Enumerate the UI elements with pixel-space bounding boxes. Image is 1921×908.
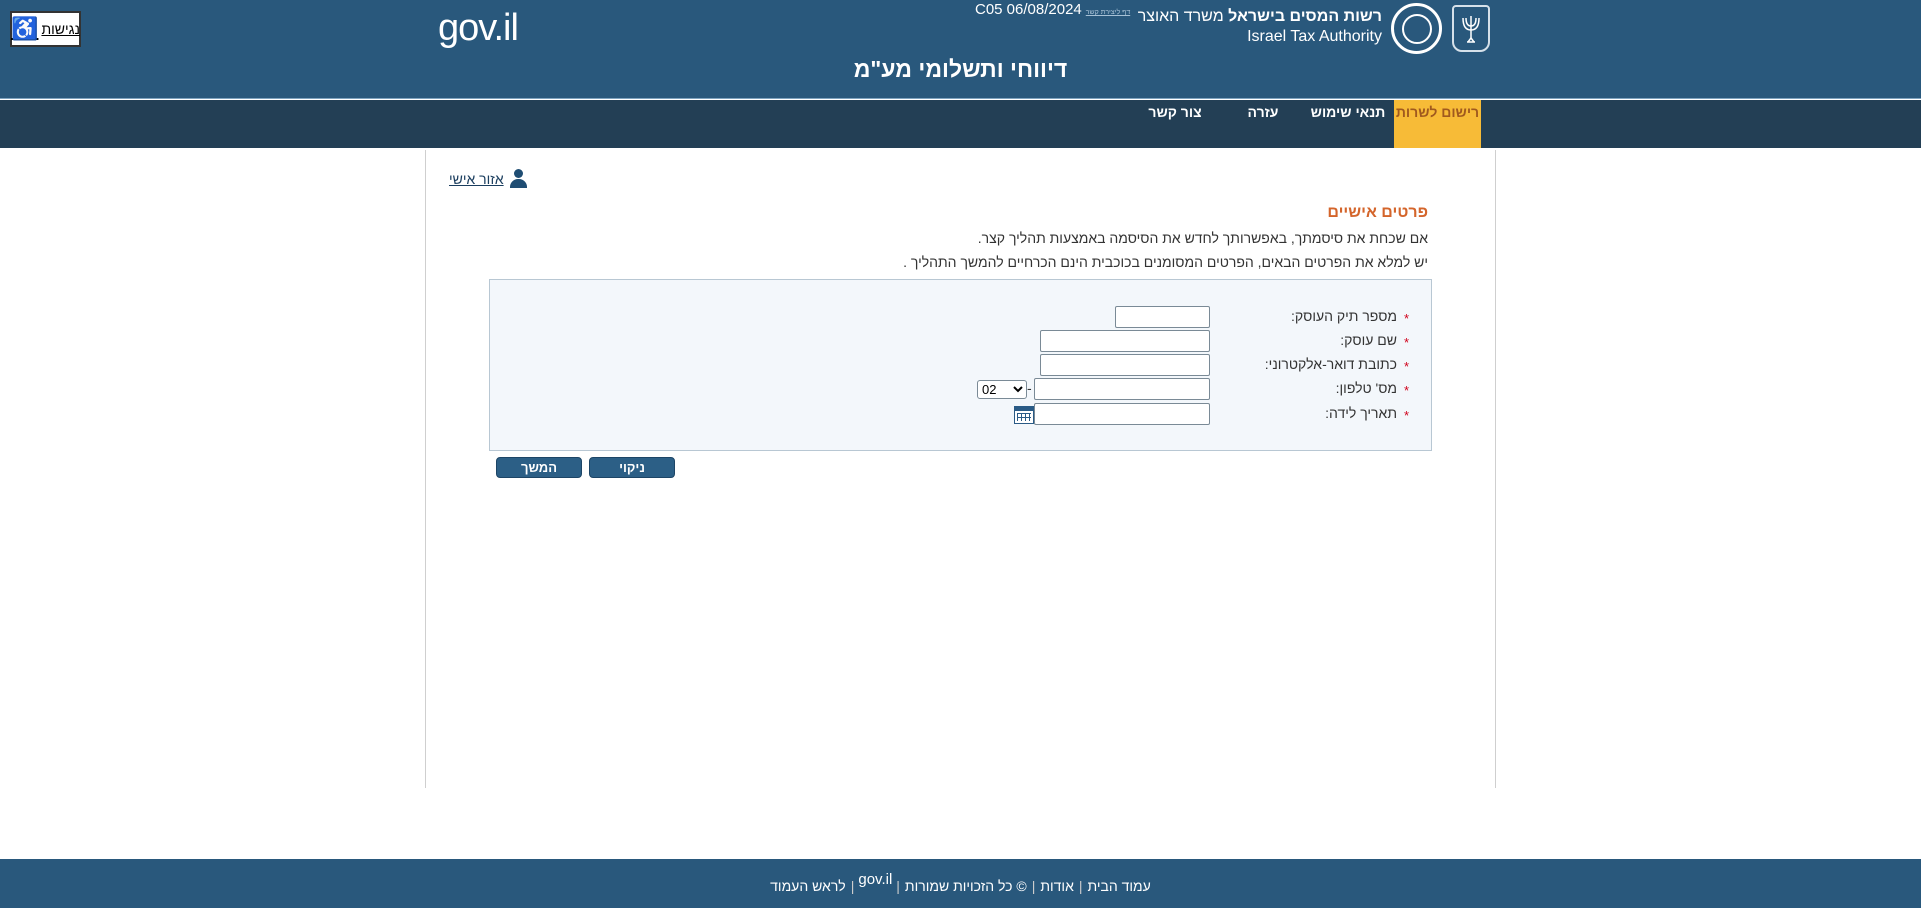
email-label: כתובת דואר-אלקטרוני:: [1264, 356, 1397, 372]
required-star: *: [1403, 359, 1409, 374]
tiny-link[interactable]: דף ליצירת קשר: [1086, 9, 1130, 16]
footer-separator: |: [896, 877, 900, 894]
nav-item-register[interactable]: רישום לשרות: [1394, 100, 1481, 148]
form-row-birth-date: * תאריך לידה:: [488, 403, 1431, 425]
site-header: ♿ נגישות gov.il C05 06/08/2024 דף ליצירת…: [0, 0, 1921, 99]
phone-label: מס' טלפון:: [1335, 380, 1397, 396]
menorah-svg: [1462, 15, 1480, 43]
tax-authority-seal-logo: [1391, 3, 1442, 54]
top-navigation: רישום לשרות תנאי שימוש עזרה צור קשר: [0, 100, 1921, 148]
form-row-email: * כתובת דואר-אלקטרוני:: [488, 354, 1431, 376]
required-star: *: [1403, 335, 1409, 350]
form-row-file-number: * מספר תיק העוסק:: [488, 306, 1431, 328]
personal-details-form: * מספר תיק העוסק: * שם עוסק: * כתובת דוא…: [489, 279, 1432, 451]
required-star: *: [1403, 383, 1409, 398]
tax-authority-he-bold: רשות המסים בישראל: [1228, 8, 1382, 25]
personal-area-link[interactable]: אזור אישי: [449, 169, 528, 189]
nav-item-help[interactable]: עזרה: [1238, 100, 1288, 148]
birth-date-input[interactable]: [1034, 403, 1210, 425]
required-star: *: [1403, 408, 1409, 423]
footer-separator: |: [1078, 877, 1083, 894]
form-row-phone: * מס' טלפון: - 02: [488, 378, 1431, 400]
nav-item-contact[interactable]: צור קשר: [1140, 100, 1210, 148]
footer-rights-text: © כל הזכויות שמורות: [904, 877, 1027, 894]
tax-authority-en: Israel Tax Authority: [1247, 28, 1382, 45]
user-icon: [508, 169, 528, 189]
file-number-label: מספר תיק העוסק:: [1290, 308, 1397, 324]
wheelchair-icon: ♿: [11, 16, 39, 41]
continue-button[interactable]: המשך: [496, 457, 582, 478]
date-line: C05 06/08/2024 דף ליצירת קשר: [975, 1, 1130, 18]
seal-inner: [1401, 13, 1432, 44]
intro-text-forgot-password: אם שכחת את סיסמתך, באפשרותך לחדש את הסיס…: [977, 230, 1428, 246]
section-title: פרטים אישיים: [1327, 204, 1428, 221]
nav-item-terms[interactable]: תנאי שימוש: [1308, 100, 1388, 148]
page-title: דיווחי ותשלומי מע"מ: [853, 56, 1068, 82]
footer-back-to-top-link[interactable]: לראש העמוד: [765, 878, 851, 894]
footer-links: עמוד הבית | אודות | © כל הזכויות שמורות …: [0, 871, 1921, 894]
tax-authority-he: רשות המסים בישראל משרד האוצר: [1138, 7, 1382, 27]
form-row-business-name: * שם עוסק:: [488, 330, 1431, 352]
footer-separator: |: [1031, 877, 1036, 894]
business-name-label: שם עוסק:: [1340, 332, 1397, 348]
personal-area-label[interactable]: אזור אישי: [449, 171, 504, 187]
phone-number-input[interactable]: [1034, 378, 1210, 400]
footer-about-link[interactable]: אודות: [1035, 878, 1079, 894]
intro-text-required-fields: יש למלא את הפרטים הבאים, הפרטים המסומנים…: [903, 254, 1428, 270]
accessibility-label: נגישות: [41, 21, 80, 37]
site-footer: עמוד הבית | אודות | © כל הזכויות שמורות …: [0, 859, 1921, 908]
calendar-icon[interactable]: [1014, 406, 1034, 424]
footer-home-link[interactable]: עמוד הבית: [1083, 878, 1156, 894]
phone-separator: -: [1027, 380, 1032, 396]
business-name-input[interactable]: [1040, 330, 1210, 352]
date-text: C05 06/08/2024: [975, 1, 1082, 18]
tax-authority-titles: רשות המסים בישראל משרד האוצר Israel Tax …: [1138, 7, 1382, 47]
required-star: *: [1403, 311, 1409, 326]
govil-logo[interactable]: gov.il: [438, 2, 519, 54]
birth-date-label: תאריך לידה:: [1325, 405, 1397, 421]
footer-govil-logo[interactable]: gov.il: [854, 871, 896, 888]
tax-authority-he-regular: משרד האוצר: [1137, 8, 1224, 25]
accessibility-button[interactable]: ♿ נגישות: [10, 11, 81, 47]
clear-button[interactable]: ניקוי: [589, 457, 675, 478]
file-number-input[interactable]: [1115, 306, 1210, 328]
menorah-emblem-icon: [1452, 5, 1490, 52]
phone-prefix-select[interactable]: 02: [977, 380, 1027, 399]
email-input[interactable]: [1040, 354, 1210, 376]
